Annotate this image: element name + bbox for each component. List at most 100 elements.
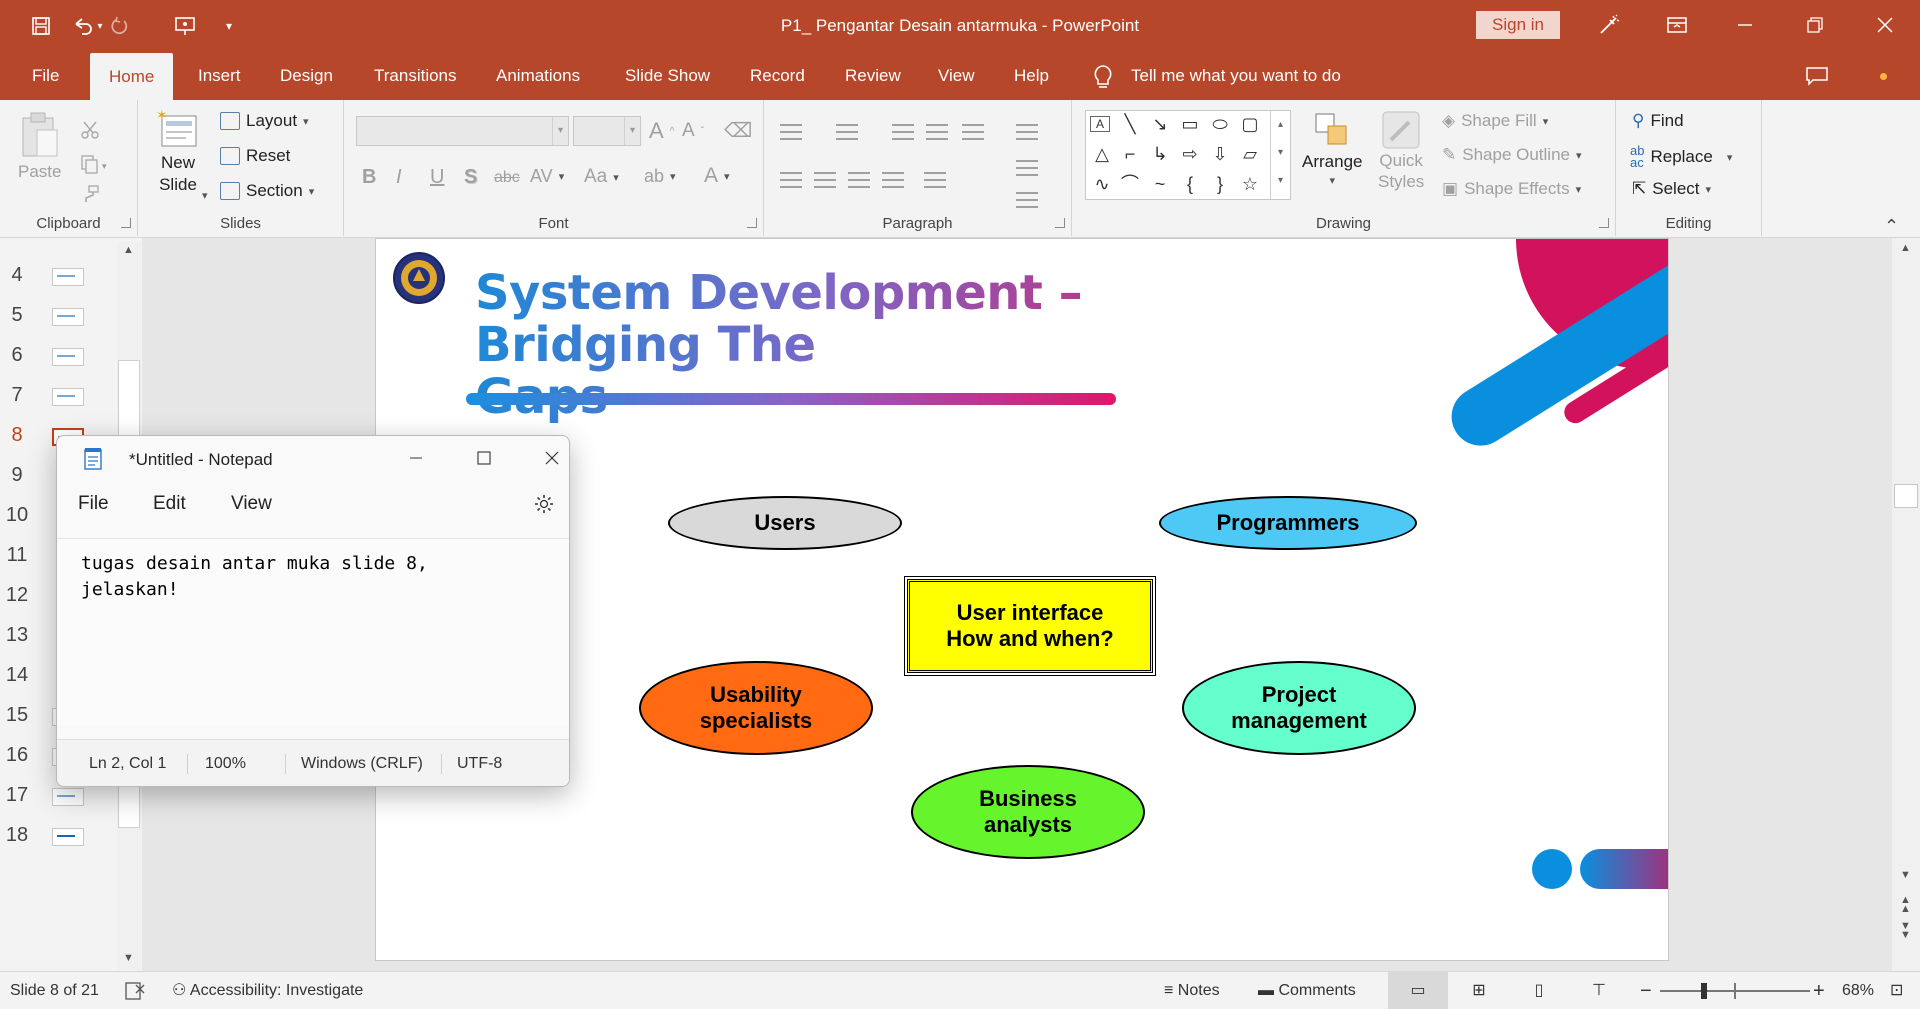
close-icon[interactable] bbox=[1862, 8, 1908, 42]
justify-icon[interactable] bbox=[882, 172, 904, 188]
elbow-connector-shape-icon[interactable]: ⌐ bbox=[1118, 143, 1142, 165]
character-spacing-button[interactable]: AV ▾ bbox=[530, 166, 564, 187]
slide-thumbnail[interactable] bbox=[52, 308, 84, 326]
rounded-rectangle-shape-icon[interactable]: ▢ bbox=[1238, 113, 1262, 135]
underline-button[interactable]: U bbox=[430, 166, 444, 189]
tab-slide-show[interactable]: Slide Show bbox=[623, 52, 712, 100]
clear-formatting-icon[interactable]: ⌫ bbox=[724, 118, 752, 143]
tab-record[interactable]: Record bbox=[748, 52, 807, 100]
comments-button[interactable]: ▬ Comments bbox=[1258, 972, 1356, 1009]
rectangle-shape-icon[interactable]: ▭ bbox=[1178, 113, 1202, 135]
slide-scrollbar[interactable]: ▲ ▼ ▲ ▲ ▼ ▼ bbox=[1892, 238, 1920, 971]
new-slide-button[interactable]: ✶ New Slide bbox=[156, 108, 200, 196]
slide-scroll-thumb[interactable] bbox=[1894, 484, 1918, 508]
drawing-launcher-icon[interactable] bbox=[1599, 218, 1609, 228]
tab-help[interactable]: Help bbox=[1012, 52, 1051, 100]
tab-review[interactable]: Review bbox=[843, 52, 903, 100]
line-shape-icon[interactable]: ╲ bbox=[1118, 113, 1142, 135]
reading-view-icon[interactable]: ▯ bbox=[1522, 972, 1556, 1009]
replace-button[interactable]: ab ac Replace ▾ bbox=[1630, 144, 1732, 169]
zoom-slider[interactable] bbox=[1660, 972, 1810, 1009]
slide-thumbnail[interactable] bbox=[52, 828, 84, 846]
align-left-icon[interactable] bbox=[780, 172, 802, 188]
sign-in-button[interactable]: Sign in bbox=[1476, 11, 1560, 39]
next-slide-icon[interactable]: ▼ ▼ bbox=[1900, 921, 1911, 941]
notepad-maximize-icon[interactable] bbox=[463, 442, 505, 474]
notepad-window[interactable]: *Untitled - Notepad File Edit View tugas… bbox=[56, 435, 570, 787]
line-spacing-icon[interactable] bbox=[962, 124, 984, 140]
zoom-in-icon[interactable]: + bbox=[1813, 972, 1825, 1009]
present-icon[interactable] bbox=[170, 10, 200, 42]
scroll-up-icon[interactable]: ▲ bbox=[123, 244, 134, 256]
tab-transitions[interactable]: Transitions bbox=[372, 52, 459, 100]
node-business-analysts[interactable]: Business analysts bbox=[911, 765, 1145, 859]
tab-home[interactable]: Home bbox=[90, 53, 174, 100]
slideshow-view-icon[interactable]: ⊤ bbox=[1582, 972, 1616, 1009]
gallery-scroll-icon[interactable]: ▴ ▾ ▾ bbox=[1270, 111, 1290, 199]
zoom-slider-thumb[interactable] bbox=[1701, 983, 1707, 999]
redo-icon[interactable] bbox=[104, 10, 134, 42]
align-right-icon[interactable] bbox=[848, 172, 870, 188]
right-arrow-shape-icon[interactable]: ⇨ bbox=[1178, 143, 1202, 165]
wave-shape-icon[interactable]: ~ bbox=[1148, 173, 1172, 195]
tab-view[interactable]: View bbox=[936, 52, 977, 100]
slide-thumbnail[interactable] bbox=[52, 788, 84, 806]
columns-icon[interactable] bbox=[924, 172, 946, 188]
text-direction-icon[interactable] bbox=[1016, 124, 1038, 140]
copy-icon[interactable]: ▾ bbox=[80, 154, 108, 174]
scroll-down-icon[interactable]: ▼ bbox=[1900, 869, 1911, 881]
tab-file[interactable]: File bbox=[30, 52, 61, 100]
down-arrow-shape-icon[interactable]: ⇩ bbox=[1208, 143, 1232, 165]
arrange-button[interactable]: Arrange ▾ bbox=[1302, 110, 1362, 187]
freeform-shape-icon[interactable]: ▱ bbox=[1238, 143, 1262, 165]
node-programmers[interactable]: Programmers bbox=[1159, 496, 1417, 550]
shape-fill-button[interactable]: ◈ Shape Fill ▾ bbox=[1442, 111, 1548, 131]
notepad-settings-gear-icon[interactable] bbox=[523, 488, 565, 520]
font-size-combo[interactable]: ▾ bbox=[573, 116, 641, 146]
tab-insert[interactable]: Insert bbox=[196, 52, 243, 100]
notepad-close-icon[interactable] bbox=[531, 442, 569, 474]
left-brace-shape-icon[interactable]: { bbox=[1178, 173, 1202, 195]
reset-button[interactable]: Reset bbox=[220, 146, 290, 166]
change-case-button[interactable]: Aa ▾ bbox=[584, 166, 619, 188]
format-painter-icon[interactable] bbox=[80, 184, 100, 204]
arc-shape-icon[interactable]: ⌒ bbox=[1118, 173, 1142, 195]
layout-button[interactable]: Layout ▾ bbox=[220, 111, 309, 131]
shape-effects-button[interactable]: ▣ Shape Effects ▾ bbox=[1442, 179, 1581, 199]
save-icon[interactable] bbox=[26, 10, 56, 42]
customize-icon[interactable]: ▾ bbox=[214, 10, 244, 42]
accessibility-button[interactable]: ⚇ Accessibility: Investigate bbox=[172, 972, 363, 1009]
spell-check-icon[interactable] bbox=[124, 972, 146, 1009]
bullets-icon[interactable] bbox=[780, 124, 802, 140]
shrink-font-icon[interactable]: Aˇ bbox=[682, 120, 704, 142]
textbox-shape-icon[interactable]: A bbox=[1090, 116, 1110, 132]
cut-icon[interactable] bbox=[80, 120, 100, 140]
paragraph-launcher-icon[interactable] bbox=[1055, 218, 1065, 228]
font-color-button[interactable]: A ▾ bbox=[704, 164, 730, 188]
strikethrough-button[interactable]: abc bbox=[494, 169, 520, 187]
section-button[interactable]: Section ▾ bbox=[220, 181, 314, 201]
minimize-icon[interactable] bbox=[1722, 8, 1768, 42]
align-text-icon[interactable] bbox=[1016, 160, 1038, 176]
previous-slide-icon[interactable]: ▲ ▲ bbox=[1900, 895, 1911, 915]
notes-button[interactable]: ≡ Notes bbox=[1164, 972, 1220, 1009]
numbering-icon[interactable] bbox=[836, 124, 858, 140]
shapes-gallery[interactable]: A ╲ ↘ ▭ ⬭ ▢ △ ⌐ ↳ ⇨ ⇩ ▱ ∿ ⌒ ~ { } ☆ ▴ ▾ ▾ bbox=[1085, 110, 1291, 200]
restore-icon[interactable] bbox=[1792, 8, 1838, 42]
zoom-level[interactable]: 68% bbox=[1842, 972, 1874, 1009]
new-slide-dropdown-icon[interactable]: ▾ bbox=[202, 189, 208, 202]
smartart-icon[interactable] bbox=[1016, 192, 1038, 208]
highlight-icon[interactable]: ab ▾ bbox=[644, 166, 676, 187]
zoom-out-icon[interactable]: − bbox=[1640, 972, 1652, 1009]
slide-thumbnail[interactable] bbox=[52, 268, 84, 286]
elbow-arrow-shape-icon[interactable]: ↳ bbox=[1148, 143, 1172, 165]
notepad-menu-edit[interactable]: Edit bbox=[153, 488, 186, 520]
grow-font-icon[interactable]: A ^ bbox=[649, 118, 674, 144]
increase-indent-icon[interactable] bbox=[926, 124, 948, 140]
scroll-down-icon[interactable]: ▼ bbox=[123, 952, 134, 964]
node-users[interactable]: Users bbox=[668, 496, 902, 550]
notepad-text-area[interactable]: tugas desain antar muka slide 8, jelaska… bbox=[57, 538, 569, 726]
notepad-menu-file[interactable]: File bbox=[78, 488, 109, 520]
font-launcher-icon[interactable] bbox=[747, 218, 757, 228]
ribbon-display-icon[interactable] bbox=[1654, 8, 1700, 42]
